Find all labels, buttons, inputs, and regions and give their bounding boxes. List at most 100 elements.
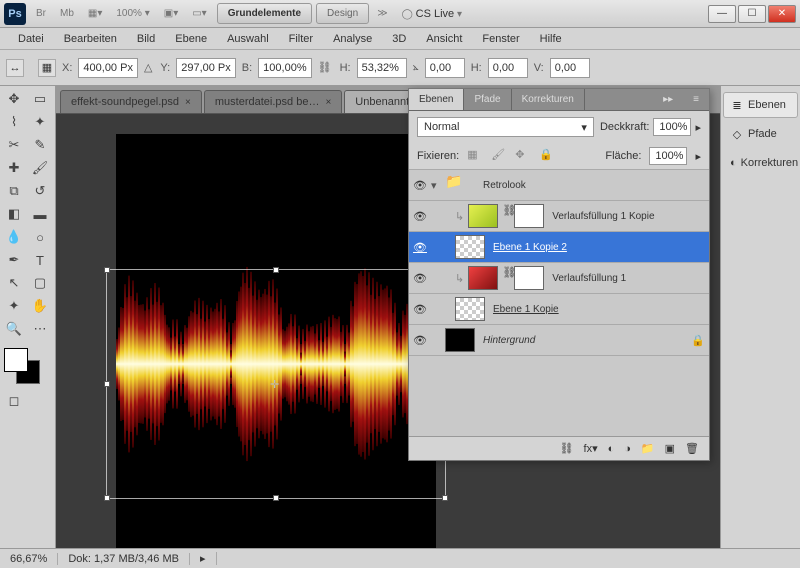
minimize-btn[interactable]: —	[708, 5, 736, 23]
chevron-icon[interactable]: ▸	[695, 150, 701, 163]
menu-bild[interactable]: Bild	[127, 30, 165, 48]
panel-collapse-icon[interactable]: ▸▸	[653, 89, 683, 110]
visibility-icon[interactable]: 👁	[413, 210, 427, 223]
fill-input[interactable]	[649, 147, 687, 165]
menu-ebene[interactable]: Ebene	[165, 30, 217, 48]
marquee-tool[interactable]: ▭	[28, 88, 52, 110]
layer-ebene1kopie2[interactable]: 👁 Ebene 1 Kopie 2	[409, 232, 709, 263]
quickmask-btn[interactable]: ◻	[2, 390, 26, 412]
eyedropper-tool[interactable]: ✎	[28, 134, 52, 156]
opacity-input[interactable]	[653, 118, 691, 136]
lasso-tool[interactable]: ⌇	[2, 111, 26, 133]
tab-pfade[interactable]: Pfade	[464, 89, 511, 110]
delta-icon[interactable]: △	[144, 61, 152, 74]
mask-icon[interactable]: ◐	[608, 443, 615, 455]
lock-move-icon[interactable]: ✥	[515, 148, 531, 164]
link-icon[interactable]: ⛓	[318, 61, 332, 74]
workspace-design[interactable]: Design	[316, 3, 369, 24]
layer-ebene1kopie[interactable]: 👁 Ebene 1 Kopie	[409, 294, 709, 325]
doctab-0[interactable]: effekt-soundpegel.psd×	[60, 90, 202, 113]
status-more[interactable]: ▸	[190, 552, 217, 565]
menu-fenster[interactable]: Fenster	[472, 30, 529, 48]
panel-btn-pfade[interactable]: ◇Pfade	[723, 121, 798, 147]
doctab-1[interactable]: musterdatei.psd be…×	[204, 90, 342, 113]
y-field[interactable]: 297,00 Px	[176, 58, 236, 78]
new-layer-icon[interactable]: ▣	[665, 442, 675, 455]
cslive-btn[interactable]: ◯ CS Live ▾	[396, 4, 468, 24]
layer-thumb[interactable]	[468, 266, 498, 290]
chevron-icon[interactable]: ▸	[695, 121, 701, 134]
refpoint-icon[interactable]: ▦	[38, 59, 56, 77]
pen-tool[interactable]: ✒	[2, 249, 26, 271]
h-field[interactable]: 53,32%	[357, 58, 407, 78]
screenmode-btn[interactable]: ▭▾	[186, 4, 212, 23]
minibridge-btn[interactable]: Mb	[54, 4, 80, 23]
path-tool[interactable]: ↖	[2, 272, 26, 294]
visibility-icon[interactable]: 👁	[413, 303, 427, 316]
menu-hilfe[interactable]: Hilfe	[530, 30, 572, 48]
panel-btn-ebenen[interactable]: ≣Ebenen	[723, 92, 798, 118]
visibility-icon[interactable]: 👁	[413, 241, 427, 254]
link-layers-icon[interactable]: ⛓	[560, 442, 574, 455]
3d-tool[interactable]: ✦	[2, 295, 26, 317]
panel-btn-korrekturen[interactable]: ◐Korrekturen	[723, 150, 798, 176]
eraser-tool[interactable]: ◧	[2, 203, 26, 225]
arrange-btn[interactable]: ▣▾	[158, 4, 184, 23]
menu-datei[interactable]: Datei	[8, 30, 54, 48]
gradient-tool[interactable]: ▬	[28, 203, 52, 225]
layer-group-retrolook[interactable]: 👁 ▾ 📁 Retrolook	[409, 170, 709, 201]
mask-thumb[interactable]	[514, 266, 544, 290]
visibility-icon[interactable]: 👁	[413, 334, 427, 347]
visibility-icon[interactable]: 👁	[413, 272, 427, 285]
x-field[interactable]: 400,00 Px	[78, 58, 138, 78]
misc-tool[interactable]: ⋯	[28, 318, 52, 340]
link-icon[interactable]: ⛓	[502, 204, 510, 228]
zoom-readout[interactable]: 100% ▾	[110, 4, 155, 23]
menu-analyse[interactable]: Analyse	[323, 30, 382, 48]
move-tool[interactable]: ✥	[2, 88, 26, 110]
handle-ml[interactable]	[104, 381, 110, 387]
workspace-grundelemente[interactable]: Grundelemente	[217, 3, 312, 24]
handle-bc[interactable]	[273, 495, 279, 501]
handle-tc[interactable]	[273, 267, 279, 273]
history-tool[interactable]: ↺	[28, 180, 52, 202]
handle-bl[interactable]	[104, 495, 110, 501]
bridge-btn[interactable]: Br	[30, 4, 52, 23]
w-field[interactable]: 100,00%	[258, 58, 311, 78]
shape-tool[interactable]: ▢	[28, 272, 52, 294]
hskew-field[interactable]: 0,00	[488, 58, 528, 78]
visibility-icon[interactable]: 👁	[413, 179, 427, 192]
menu-ansicht[interactable]: Ansicht	[416, 30, 472, 48]
blur-tool[interactable]: 💧	[2, 226, 26, 248]
stamp-tool[interactable]: ⧉	[2, 180, 26, 202]
tab-ebenen[interactable]: Ebenen	[409, 89, 464, 110]
mask-thumb[interactable]	[514, 204, 544, 228]
angle-field[interactable]: 0,00	[425, 58, 465, 78]
fx-icon[interactable]: fx▾	[584, 442, 598, 455]
hand-tool[interactable]: ✋	[28, 295, 52, 317]
delete-icon[interactable]: 🗑	[685, 442, 699, 455]
adjust-icon[interactable]: ◑	[624, 443, 631, 455]
viewmode-btn[interactable]: ▦▾	[82, 4, 108, 23]
layer-thumb[interactable]	[455, 297, 485, 321]
link-icon[interactable]: ⛓	[502, 266, 510, 290]
close-icon[interactable]: ×	[325, 97, 331, 108]
menu-auswahl[interactable]: Auswahl	[217, 30, 279, 48]
panel-menu-icon[interactable]: ≡	[683, 89, 709, 110]
tab-korrekturen[interactable]: Korrekturen	[512, 89, 585, 110]
disclosure-icon[interactable]: ▾	[431, 179, 441, 192]
layer-thumb[interactable]	[468, 204, 498, 228]
maximize-btn[interactable]: ☐	[738, 5, 766, 23]
vskew-field[interactable]: 0,00	[550, 58, 590, 78]
brush-tool[interactable]: 🖌	[28, 157, 52, 179]
zoom-readout[interactable]: 66,67%	[0, 553, 58, 565]
transform-selection[interactable]: ✛	[106, 269, 446, 499]
foreground-color[interactable]	[4, 348, 28, 372]
zoom-tool[interactable]: 🔍	[2, 318, 26, 340]
blendmode-select[interactable]: Normal▾	[417, 117, 594, 137]
menu-3d[interactable]: 3D	[382, 30, 416, 48]
dodge-tool[interactable]: ○	[28, 226, 52, 248]
handle-br[interactable]	[442, 495, 448, 501]
color-swatch[interactable]	[2, 346, 42, 386]
lock-paint-icon[interactable]: 🖌	[491, 148, 507, 164]
